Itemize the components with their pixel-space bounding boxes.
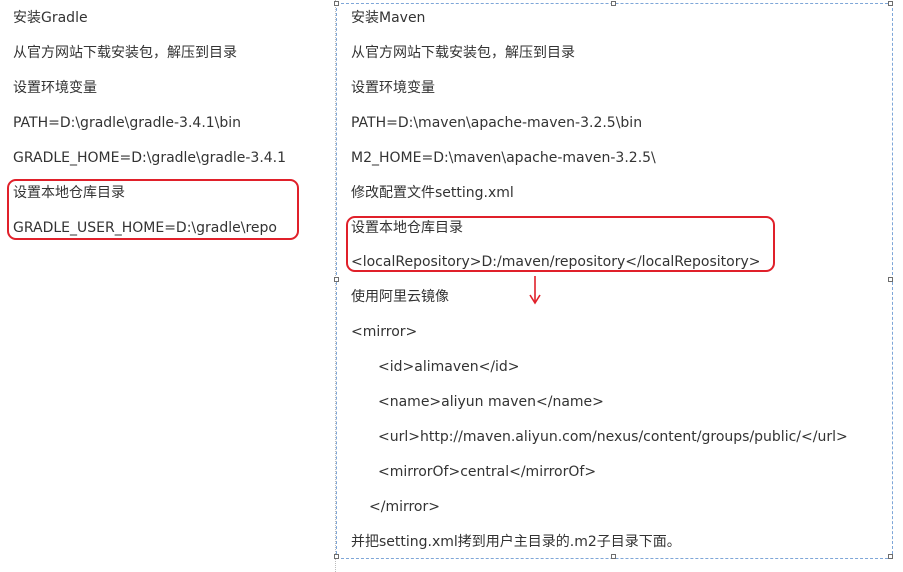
maven-edit-config-step: 修改配置文件setting.xml <box>351 185 514 201</box>
gradle-heading: 安装Gradle <box>13 10 88 26</box>
maven-mirror-open-tag: <mirror> <box>351 324 418 340</box>
maven-mirror-id: <id>alimaven</id> <box>378 359 520 375</box>
maven-repo-highlight <box>346 216 775 272</box>
resize-handle-top-left[interactable] <box>334 1 339 6</box>
resize-handle-bottom-left[interactable] <box>334 554 339 559</box>
gradle-download-step: 从官方网站下载安装包，解压到目录 <box>13 45 237 61</box>
resize-handle-top-center[interactable] <box>611 1 616 6</box>
maven-copy-setting-step: 并把setting.xml拷到用户主目录的.m2子目录下面。 <box>351 534 681 550</box>
maven-mirror-step: 使用阿里云镜像 <box>351 289 449 305</box>
resize-handle-top-right[interactable] <box>888 1 893 6</box>
resize-handle-middle-left[interactable] <box>334 277 339 282</box>
maven-path-value: PATH=D:\maven\apache-maven-3.2.5\bin <box>351 115 643 131</box>
maven-env-step: 设置环境变量 <box>351 80 435 96</box>
maven-m2-home-value: M2_HOME=D:\maven\apache-maven-3.2.5\ <box>351 150 656 166</box>
gradle-env-step: 设置环境变量 <box>13 80 97 96</box>
resize-handle-bottom-center[interactable] <box>611 554 616 559</box>
maven-mirror-close-tag: </mirror> <box>369 499 440 515</box>
maven-heading: 安装Maven <box>351 10 426 26</box>
maven-mirror-of: <mirrorOf>central</mirrorOf> <box>378 464 597 480</box>
gradle-repo-highlight <box>7 179 299 240</box>
resize-handle-bottom-right[interactable] <box>888 554 893 559</box>
gradle-home-value: GRADLE_HOME=D:\gradle\gradle-3.4.1 <box>13 150 287 166</box>
maven-download-step: 从官方网站下载安装包，解压到目录 <box>351 45 575 61</box>
arrow-down-icon <box>529 276 541 305</box>
maven-mirror-name: <name>aliyun maven</name> <box>378 394 604 410</box>
resize-handle-middle-right[interactable] <box>888 277 893 282</box>
gradle-path-value: PATH=D:\gradle\gradle-3.4.1\bin <box>13 115 242 131</box>
maven-mirror-url: <url>http://maven.aliyun.com/nexus/conte… <box>378 429 848 445</box>
